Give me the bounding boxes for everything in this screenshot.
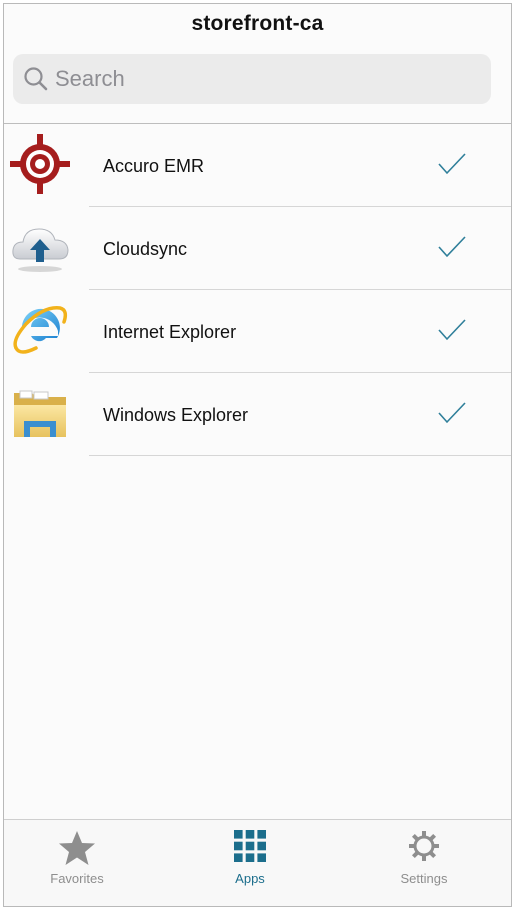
app-list: Accuro EMR Cloudsync Internet Explorer W… — [4, 124, 511, 456]
cloud-upload-icon — [10, 217, 70, 277]
checkmark-icon — [437, 318, 467, 347]
list-item-internet-explorer[interactable]: Internet Explorer — [4, 290, 511, 373]
checkmark-icon — [437, 152, 467, 181]
internet-explorer-icon — [10, 300, 70, 360]
tab-bar: Favorites Apps Settings — [4, 819, 511, 906]
tab-label: Favorites — [50, 871, 104, 886]
search-icon — [23, 66, 49, 97]
tab-label: Settings — [400, 871, 448, 886]
tab-favorites[interactable]: Favorites — [4, 820, 152, 906]
search-bar[interactable] — [13, 54, 491, 104]
checkmark-icon — [437, 235, 467, 264]
app-name: Internet Explorer — [103, 322, 237, 342]
app-window: storefront-ca Accuro EM — [3, 3, 512, 907]
accuro-target-icon — [10, 134, 70, 194]
list-item-accuro-emr[interactable]: Accuro EMR — [4, 124, 511, 207]
row-separator — [89, 455, 511, 456]
list-item-windows-explorer[interactable]: Windows Explorer — [4, 373, 511, 456]
tab-settings[interactable]: Settings — [349, 820, 499, 906]
star-icon — [58, 830, 96, 871]
search-input[interactable] — [55, 64, 475, 94]
page-title: storefront-ca — [191, 12, 324, 35]
gear-icon — [408, 830, 440, 867]
folder-icon — [10, 383, 70, 443]
app-name: Accuro EMR — [103, 156, 205, 176]
tab-apps[interactable]: Apps — [175, 820, 325, 906]
app-name: Cloudsync — [103, 239, 188, 259]
list-item-cloudsync[interactable]: Cloudsync — [4, 207, 511, 290]
app-name: Windows Explorer — [103, 405, 249, 425]
grid-icon — [234, 830, 266, 867]
checkmark-icon — [437, 401, 467, 430]
tab-label: Apps — [235, 871, 265, 886]
